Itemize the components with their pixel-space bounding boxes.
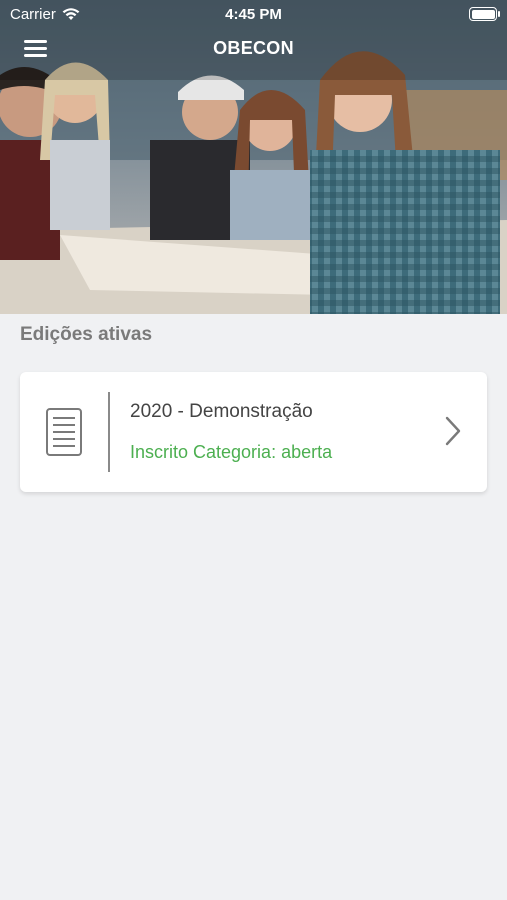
status-time: 4:45 PM <box>225 6 282 23</box>
edition-card[interactable]: 2020 - Demonstração Inscrito Categoria: … <box>20 372 487 492</box>
app-title: OBECON <box>213 38 294 58</box>
section-title: Edições ativas <box>20 324 153 345</box>
edition-status: Inscrito Categoria: aberta <box>130 442 333 462</box>
edition-title: 2020 - Demonstração <box>130 401 313 422</box>
status-bar: Carrier 4:45 PM <box>0 0 507 28</box>
navigation-bar: OBECON <box>0 28 507 72</box>
document-icon <box>46 408 82 456</box>
chevron-right-icon[interactable] <box>445 416 461 446</box>
battery-icon <box>469 7 500 21</box>
card-divider <box>108 392 110 472</box>
